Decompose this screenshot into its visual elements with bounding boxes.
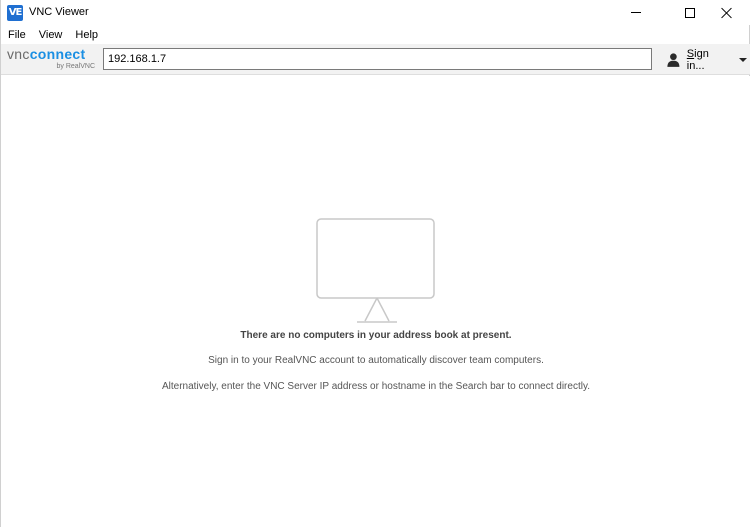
monitor-icon	[316, 218, 435, 323]
vnc-viewer-app-icon: VE	[7, 5, 23, 21]
chevron-down-icon[interactable]	[739, 57, 747, 62]
empty-state-search-hint: Alternatively, enter the VNC Server IP a…	[162, 381, 590, 392]
menu-bar: File View Help	[1, 25, 750, 44]
person-icon	[667, 53, 680, 67]
sign-in-button[interactable]: Sign in...	[663, 47, 747, 72]
logo-wordmark: vncconnect	[7, 47, 85, 62]
logo-byline: by RealVNC	[56, 63, 95, 70]
window-title: VNC Viewer	[29, 6, 89, 18]
empty-state-signin-hint: Sign in to your RealVNC account to autom…	[208, 355, 544, 366]
minimize-button[interactable]	[613, 0, 659, 25]
address-book-area: There are no computers in your address b…	[1, 76, 750, 527]
maximize-icon	[685, 7, 695, 18]
title-bar[interactable]: VE VNC Viewer	[1, 0, 750, 25]
vnc-viewer-window: VE VNC Viewer File View Help vncconnect …	[0, 0, 750, 527]
close-icon	[721, 7, 733, 19]
close-button[interactable]	[704, 0, 750, 25]
toolbar: vncconnect by RealVNC Sign in...	[1, 44, 750, 75]
menu-view[interactable]: View	[39, 29, 63, 41]
logo-connect-text: connect	[29, 46, 86, 62]
menu-help[interactable]: Help	[75, 29, 98, 41]
sign-in-label: Sign in...	[686, 47, 709, 72]
logo-vnc-text: vnc	[7, 46, 30, 62]
menu-file[interactable]: File	[8, 29, 26, 41]
search-input[interactable]	[103, 48, 652, 70]
minimize-icon	[631, 12, 641, 13]
vnc-connect-logo: vncconnect by RealVNC	[7, 47, 97, 73]
empty-state-title: There are no computers in your address b…	[240, 330, 512, 341]
